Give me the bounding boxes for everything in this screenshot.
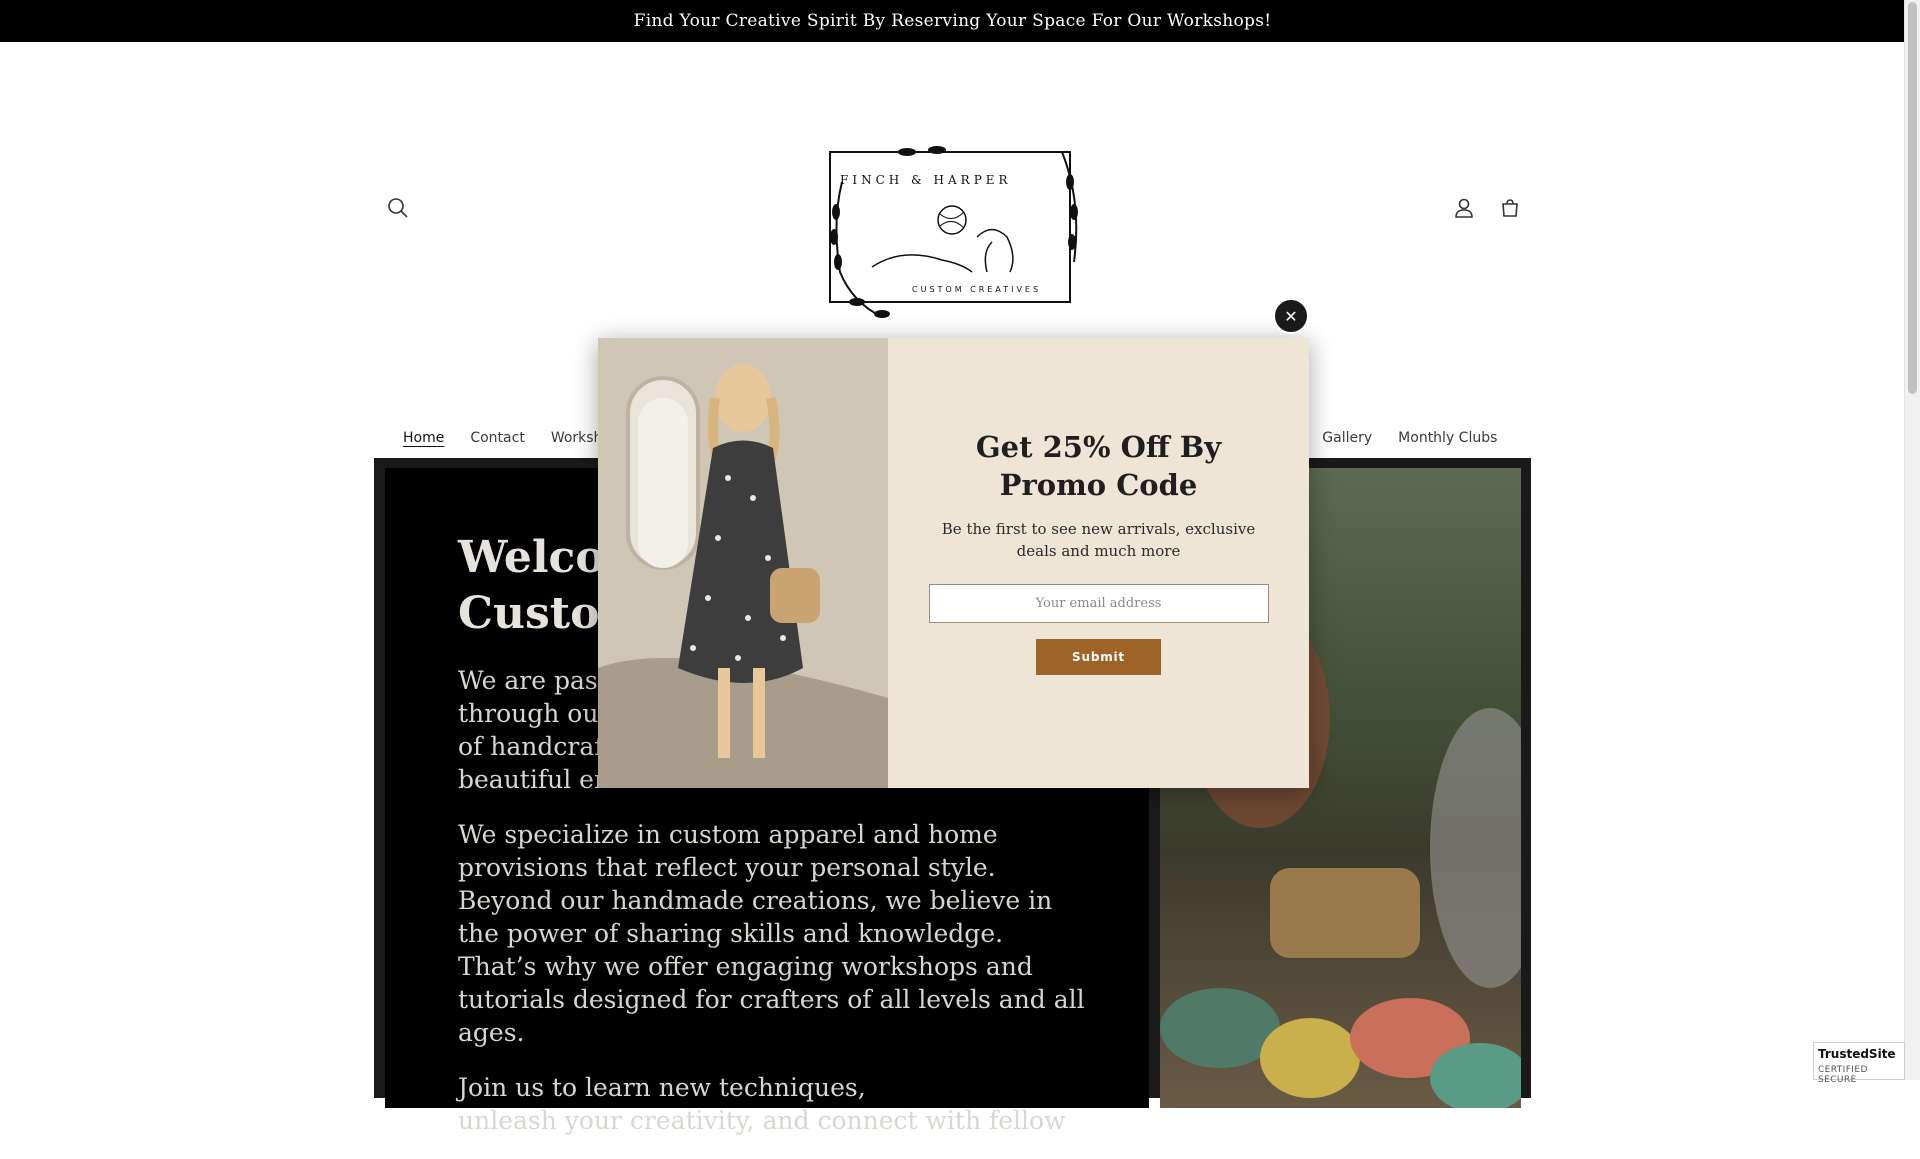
trustedsite-badge[interactable]: TrustedSite CERTIFIED SECURE [1813,1042,1905,1085]
scrollbar-thumb[interactable] [1908,2,1917,394]
close-popup-button[interactable]: ✕ [1273,298,1309,334]
close-icon: ✕ [1284,306,1298,326]
trusted-badge-subtitle: CERTIFIED SECURE [1818,1065,1868,1085]
hero-p3-line: unleash your creativity, and connect wit… [458,1106,1066,1135]
email-field[interactable] [928,584,1269,623]
page-scrollbar[interactable] [1904,0,1920,1080]
promo-popup: Get 25% Off By Promo Code Be the first t… [598,338,1309,788]
trusted-badge-title: TrustedSite [1818,1047,1896,1061]
popup-subtitle: Be the first to see new arrivals, exclus… [941,520,1256,560]
hero-paragraph-3: Join us to learn new techniques, unleash… [458,1071,1088,1137]
submit-button[interactable]: Submit [1036,639,1161,675]
popup-body: Get 25% Off By Promo Code Be the first t… [888,338,1309,788]
popup-model-image [598,338,888,788]
popup-title: Get 25% Off By Promo Code [975,430,1222,502]
